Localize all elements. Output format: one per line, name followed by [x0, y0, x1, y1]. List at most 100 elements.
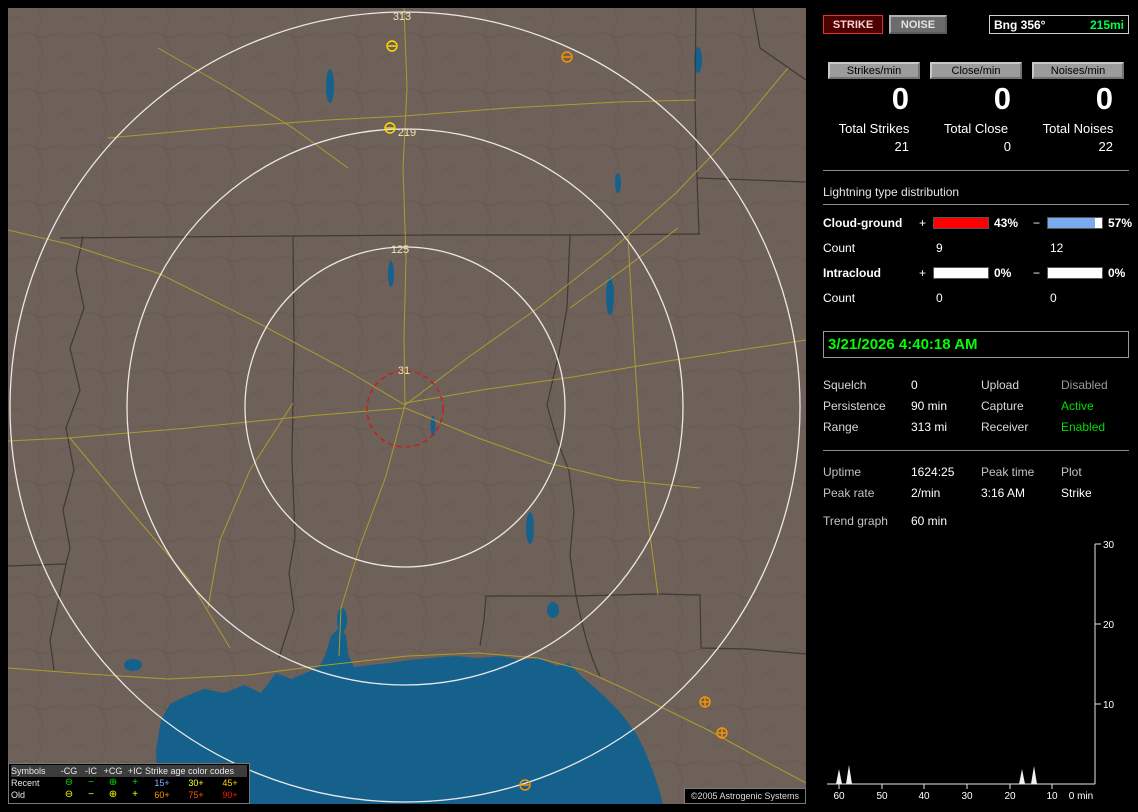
- upload-label: Upload: [981, 378, 1020, 392]
- trend-tick-labels: 30 20 10 60 50 40 30 20 10 0 min: [833, 540, 1114, 802]
- distance-value: 215mi: [1089, 17, 1124, 32]
- plus-icon: +: [132, 777, 138, 788]
- map-svg: 313 219 125 31: [8, 8, 806, 804]
- legend-col-nic: -IC: [81, 765, 101, 777]
- range-value: 313 mi: [911, 420, 948, 434]
- trend-axes: [827, 543, 1101, 789]
- receiver-value: Enabled: [1061, 420, 1106, 434]
- trend-graph: 30 20 10 60 50 40 30 20 10 0 min: [827, 540, 1115, 802]
- plot-label: Plot: [1061, 465, 1082, 479]
- cg-negative-bar-fill: [1048, 218, 1095, 228]
- map-legend: Symbols -CG -IC +CG +IC Strike age color…: [8, 763, 250, 804]
- strikes-per-min-button[interactable]: Strikes/min: [828, 62, 920, 79]
- total-strikes-value: 21: [894, 139, 909, 154]
- circle-minus-icon: ⊖: [64, 789, 74, 800]
- timestamp-value: 3/21/2026 4:40:18 AM: [828, 336, 978, 353]
- legend-recent-label: Recent: [11, 778, 40, 788]
- close-per-min-button[interactable]: Close/min: [930, 62, 1022, 79]
- cg-positive-count: 9: [936, 241, 943, 255]
- ic-positive-count: 0: [936, 291, 943, 305]
- close-column: Close/min 0 Total Close 0: [925, 62, 1027, 154]
- separator: [823, 170, 1129, 171]
- strike-symbol: [716, 727, 728, 739]
- ring-label-125: 125: [391, 244, 409, 256]
- minus-icon: −: [88, 777, 94, 788]
- minus-icon: −: [88, 789, 94, 800]
- cloud-ground-count-row: Count 9 12: [823, 241, 1129, 255]
- ring-label-31: 31: [398, 365, 410, 377]
- noise-button[interactable]: NOISE: [889, 15, 947, 34]
- age-code: 60+: [154, 790, 170, 800]
- plus-icon: +: [132, 789, 138, 800]
- intracloud-row: Intracloud + 0% − 0%: [823, 266, 1129, 280]
- total-noises-label: Total Noises: [1042, 121, 1114, 136]
- svg-text:30: 30: [961, 791, 973, 802]
- cloud-ground-label: Cloud-ground: [823, 216, 903, 230]
- legend-old-label: Old: [11, 790, 26, 800]
- legend-age-header: Strike age color codes: [145, 765, 247, 777]
- age-code: 30+: [188, 778, 204, 788]
- peak-time-label: Peak time: [981, 465, 1035, 479]
- close-per-min-value: 0: [993, 81, 1011, 116]
- svg-text:30: 30: [1103, 540, 1115, 551]
- plus-sign: +: [919, 216, 927, 230]
- control-panel: STRIKE NOISE Bng 356° 215mi Strikes/min …: [818, 0, 1133, 812]
- capture-label: Capture: [981, 399, 1024, 413]
- svg-text:10: 10: [1103, 700, 1115, 711]
- total-close-label: Total Close: [943, 121, 1009, 136]
- squelch-label: Squelch: [823, 378, 867, 392]
- strike-button[interactable]: STRIKE: [823, 15, 883, 34]
- svg-text:60: 60: [833, 791, 845, 802]
- cg-positive-bar: [933, 217, 989, 229]
- ic-positive-pct: 0%: [994, 266, 1012, 280]
- strikes-column: Strikes/min 0 Total Strikes 21: [823, 62, 925, 154]
- squelch-value: 0: [911, 378, 918, 392]
- minus-sign: −: [1033, 266, 1041, 280]
- cg-negative-count: 12: [1050, 241, 1064, 255]
- ic-positive-bar: [933, 267, 989, 279]
- svg-text:50: 50: [876, 791, 888, 802]
- status-grid: Squelch 0 Upload Disabled Persistence 90…: [823, 378, 1129, 434]
- top-bar: STRIKE NOISE Bng 356° 215mi: [823, 15, 1129, 34]
- circle-plus-icon: ⊕: [108, 777, 118, 788]
- lightning-map[interactable]: 313 219 125 31 Symbols -CG -IC +CG +IC S…: [8, 8, 806, 804]
- noises-column: Noises/min 0 Total Noises 22: [1027, 62, 1129, 154]
- legend-col-ncg: -CG: [57, 765, 81, 777]
- legend-col-pic: +IC: [125, 765, 145, 777]
- legend-symbols-header: Symbols: [11, 765, 57, 777]
- svg-text:20: 20: [1004, 791, 1016, 802]
- age-code: 75+: [188, 790, 204, 800]
- circle-minus-icon: ⊖: [64, 777, 74, 788]
- ring-label-219: 219: [398, 127, 416, 139]
- plot-value: Strike: [1061, 486, 1092, 500]
- minus-sign: −: [1033, 216, 1041, 230]
- app-window: 313 219 125 31 Symbols -CG -IC +CG +IC S…: [0, 0, 1138, 812]
- ic-negative-count: 0: [1050, 291, 1057, 305]
- uptime-label: Uptime: [823, 465, 862, 479]
- cg-negative-bar: [1047, 217, 1103, 229]
- noises-per-min-button[interactable]: Noises/min: [1032, 62, 1124, 79]
- ic-negative-bar: [1047, 267, 1103, 279]
- timestamp-display: 3/21/2026 4:40:18 AM: [823, 331, 1129, 358]
- peak-rate-value: 2/min: [911, 486, 941, 500]
- range-label: Range: [823, 420, 859, 434]
- intracloud-label: Intracloud: [823, 266, 882, 280]
- persistence-value: 90 min: [911, 399, 948, 413]
- stats-grid: Uptime 1624:25 Peak time Plot Peak rate …: [823, 465, 1129, 500]
- cg-negative-pct: 57%: [1108, 216, 1133, 230]
- cg-positive-bar-fill: [934, 218, 988, 228]
- total-close-value: 0: [1003, 139, 1011, 154]
- plus-sign: +: [919, 266, 927, 280]
- circle-plus-icon: ⊕: [108, 789, 118, 800]
- ic-negative-pct: 0%: [1108, 266, 1126, 280]
- strike-symbol: [699, 696, 711, 708]
- peak-time-value: 3:16 AM: [981, 486, 1026, 500]
- age-code: 90+: [222, 790, 238, 800]
- copyright-notice: ©2005 Astrogenic Systems: [683, 788, 806, 804]
- upload-value: Disabled: [1061, 378, 1108, 392]
- persistence-label: Persistence: [823, 399, 886, 413]
- separator: [823, 450, 1129, 451]
- trend-spikes: [836, 765, 1037, 784]
- bearing-display: Bng 356° 215mi: [989, 15, 1129, 34]
- count-label: Count: [823, 291, 856, 305]
